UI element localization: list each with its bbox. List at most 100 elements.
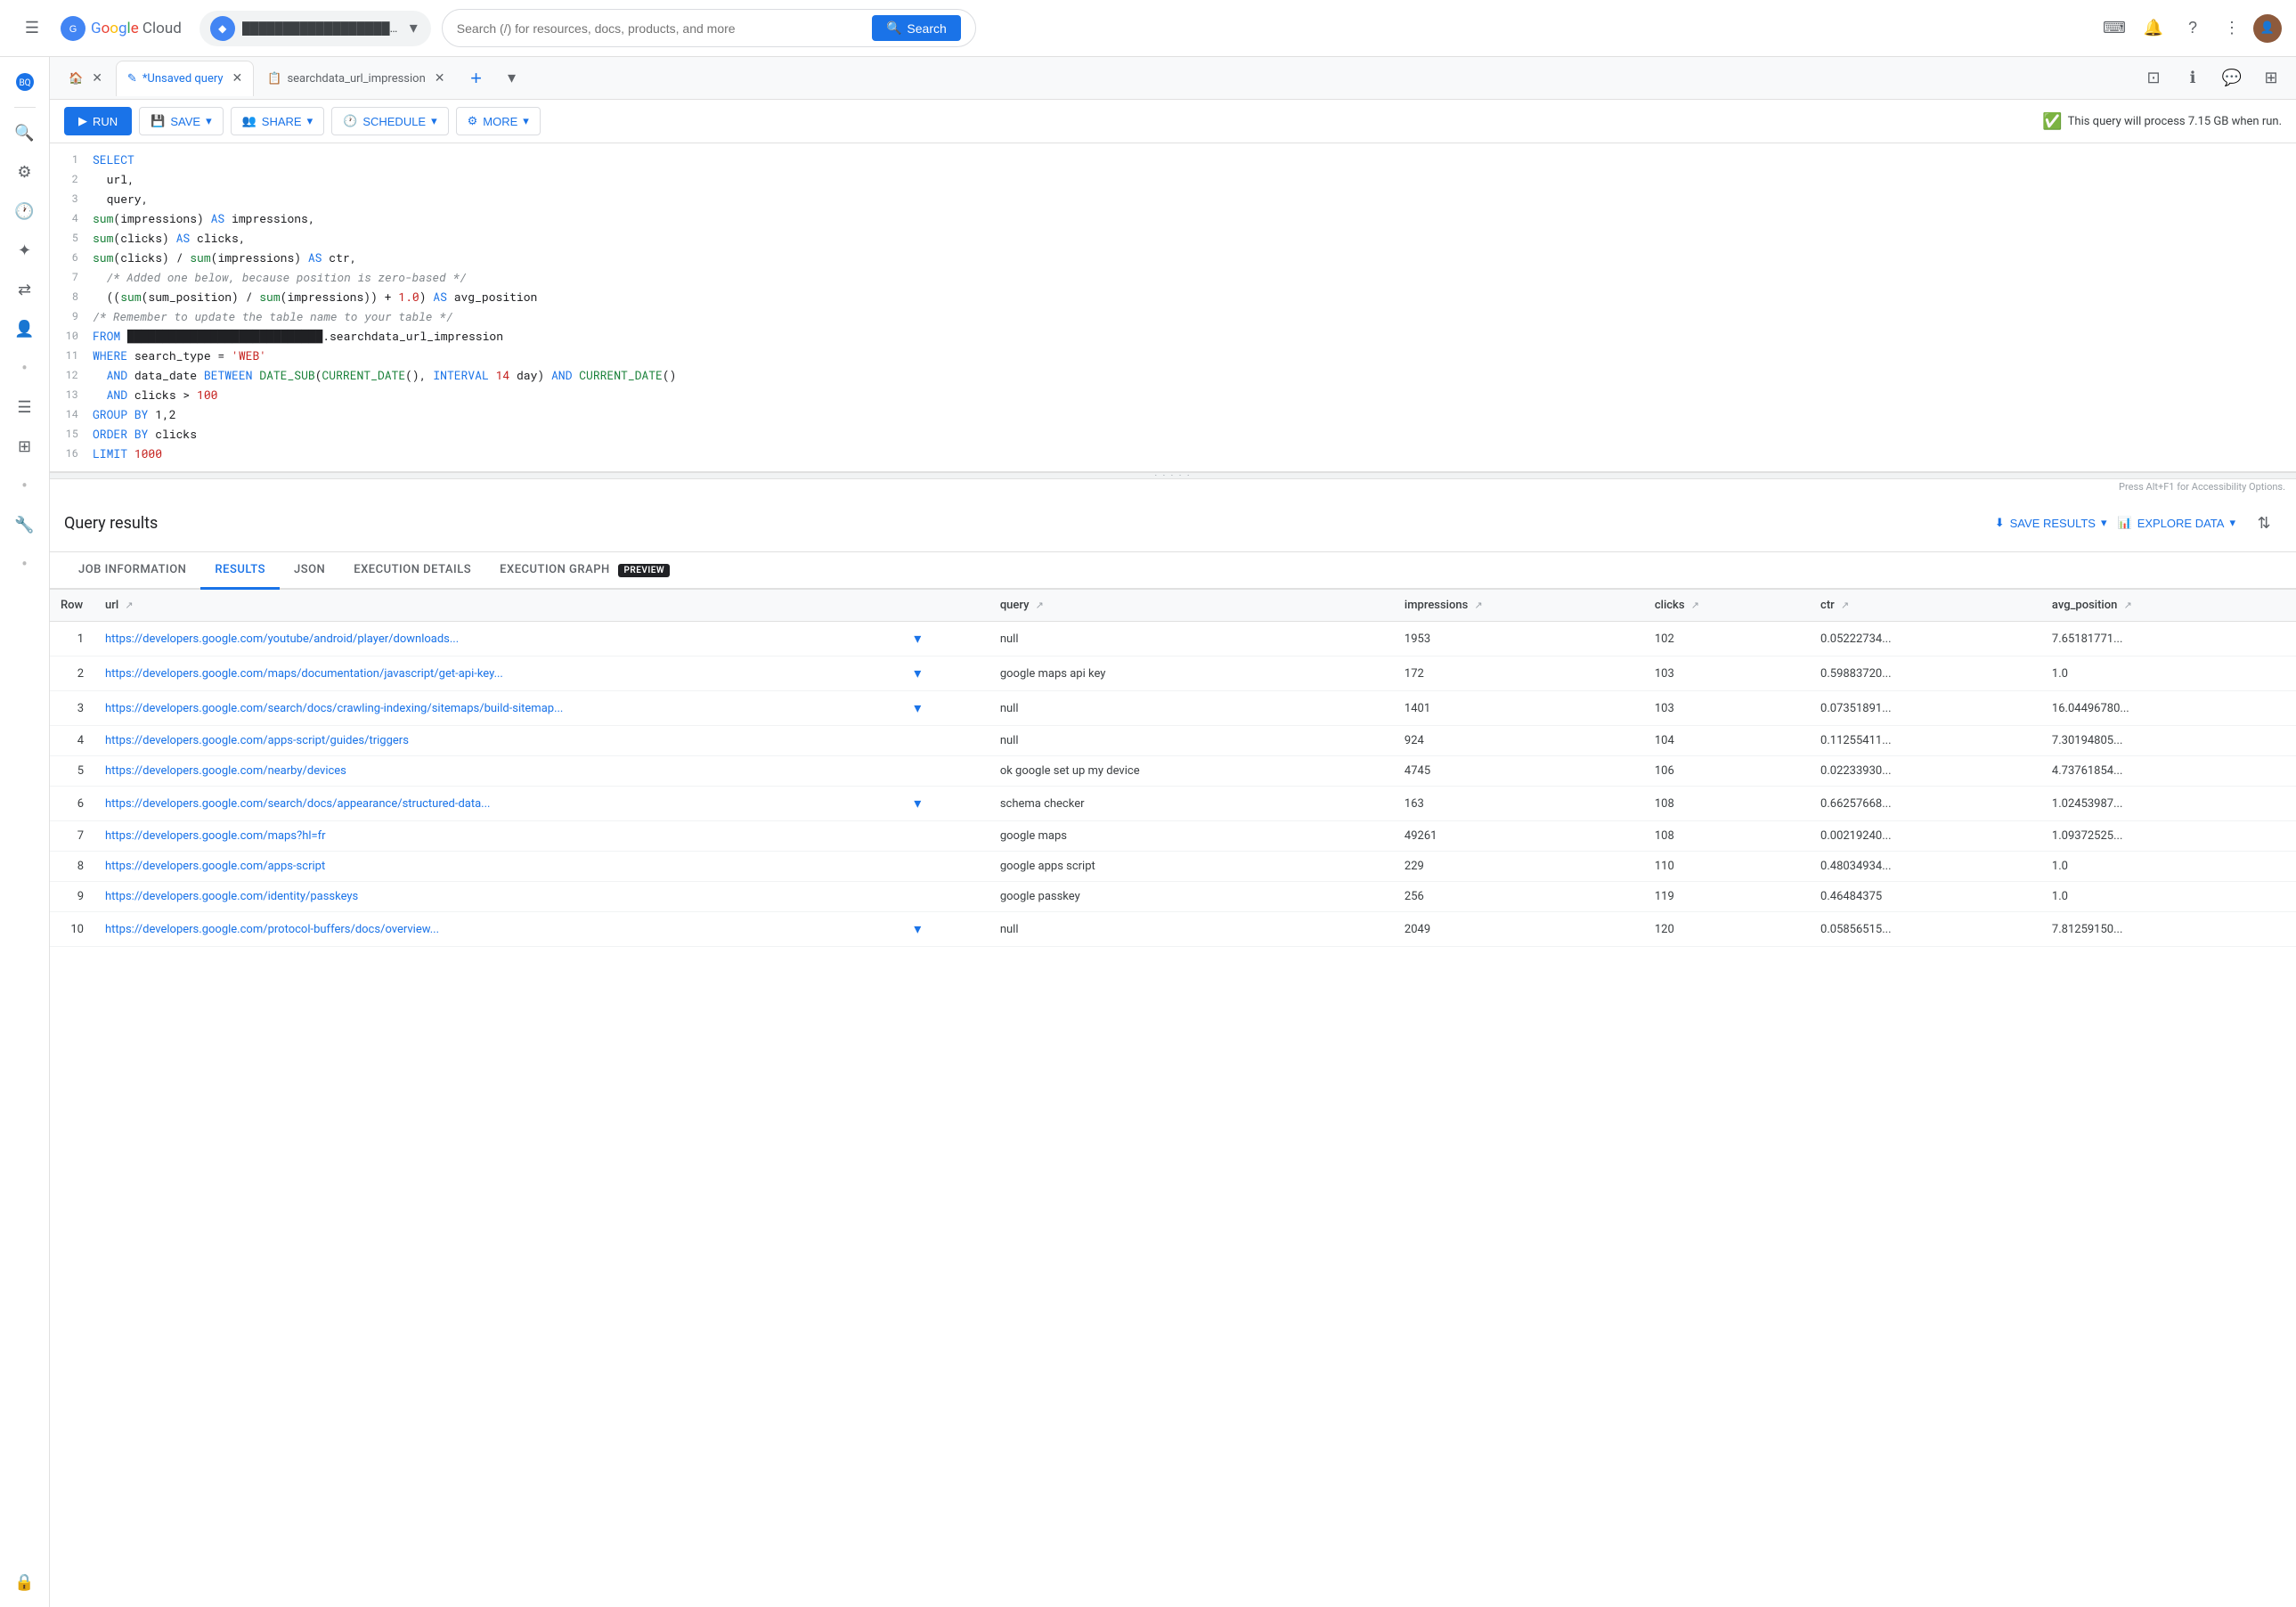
line-number-2: 2 [50, 171, 93, 186]
cell-expand[interactable]: ▾ [900, 691, 989, 726]
line-code-4: sum(impressions) AS impressions, [93, 210, 2296, 226]
project-selector[interactable]: ◆ ██████████████████████ ▾ [199, 11, 431, 46]
open-new-tab-button[interactable]: ⊡ [2136, 61, 2171, 96]
save-icon: 💾 [151, 114, 165, 128]
tab-menu-button[interactable]: ▾ [494, 61, 530, 96]
sidebar-item-filter[interactable]: ⚙ [7, 154, 43, 190]
cell-expand[interactable]: ▾ [900, 787, 989, 821]
cell-expand[interactable]: ▾ [900, 657, 989, 691]
tab-close-unsaved[interactable]: ✕ [232, 71, 243, 86]
search-icon: 🔍 [886, 20, 901, 36]
sidebar-item-wrench[interactable]: 🔧 [7, 507, 43, 542]
add-tab-button[interactable]: + [462, 64, 491, 93]
expand-button[interactable]: ▾ [910, 699, 924, 717]
search-button[interactable]: 🔍 Search [872, 15, 961, 41]
run-label: RUN [93, 115, 118, 128]
query-notice: ✅ This query will process 7.15 GB when r… [2042, 112, 2282, 131]
tab-job-information[interactable]: JOB INFORMATION [64, 552, 200, 590]
code-line-2[interactable]: 2 url, [50, 170, 2296, 190]
results-actions: ⬇ SAVE RESULTS ▾ 📊 EXPLORE DATA ▾ ⇅ [1995, 505, 2282, 541]
resize-handle[interactable]: · · · · · [50, 472, 2296, 479]
results-expand-button[interactable]: ⇅ [2246, 505, 2282, 541]
share-button[interactable]: 👥 SHARE ▾ [231, 107, 325, 135]
results-title: Query results [64, 514, 158, 533]
chat-tab-button[interactable]: 💬 [2214, 61, 2250, 96]
terminal-icon-button[interactable]: ⌨ [2097, 11, 2132, 46]
save-button[interactable]: 💾 SAVE ▾ [139, 107, 223, 135]
cell-expand[interactable] [900, 726, 989, 756]
info-tab-button[interactable]: ℹ [2175, 61, 2211, 96]
cell-expand[interactable] [900, 756, 989, 787]
more-button[interactable]: ⚙ MORE ▾ [456, 107, 541, 135]
notifications-button[interactable]: 🔔 [2136, 11, 2171, 46]
col-clicks: clicks ↗ [1644, 590, 1810, 622]
line-number-13: 13 [50, 387, 93, 402]
more-options-button[interactable]: ⋮ [2214, 11, 2250, 46]
tab-results[interactable]: RESULTS [200, 552, 280, 590]
cell-expand[interactable] [900, 882, 989, 912]
code-line-16[interactable]: 16LIMIT 1000 [50, 445, 2296, 464]
sidebar-item-search[interactable]: 🔍 [7, 115, 43, 151]
schedule-button[interactable]: 🕐 SCHEDULE ▾ [331, 107, 449, 135]
cell-impressions: 1401 [1394, 691, 1644, 726]
help-button[interactable]: ? [2175, 11, 2211, 46]
sidebar-item-people[interactable]: 👤 [7, 311, 43, 347]
code-line-1[interactable]: 1SELECT [50, 151, 2296, 170]
cell-expand[interactable]: ▾ [900, 622, 989, 657]
code-line-4[interactable]: 4sum(impressions) AS impressions, [50, 209, 2296, 229]
tab-execution-details[interactable]: EXECUTION DETAILS [339, 552, 485, 590]
sidebar-item-dashboard[interactable]: ⊞ [7, 428, 43, 464]
cell-expand[interactable] [900, 852, 989, 882]
code-line-7[interactable]: 7 /* Added one below, because position i… [50, 268, 2296, 288]
code-line-10[interactable]: 10FROM ████████████████████████████.sear… [50, 327, 2296, 347]
cell-impressions: 924 [1394, 726, 1644, 756]
code-line-8[interactable]: 8 ((sum(sum_position) / sum(impressions)… [50, 288, 2296, 307]
tab-execution-graph[interactable]: EXECUTION GRAPH PREVIEW [485, 552, 684, 590]
sidebar-item-lock[interactable]: 🔒 [7, 1564, 43, 1600]
expand-button[interactable]: ▾ [910, 630, 924, 648]
search-bar: 🔍 Search [442, 9, 976, 47]
code-line-11[interactable]: 11WHERE search_type = 'WEB' [50, 347, 2296, 366]
run-button[interactable]: ▶ RUN [64, 107, 132, 135]
tab-unsaved-query[interactable]: ✎ *Unsaved query ✕ [116, 61, 254, 96]
google-cloud-logo[interactable]: G Google Cloud [61, 16, 182, 41]
toolbar: ▶ RUN 💾 SAVE ▾ 👥 SHARE ▾ 🕐 SCHEDULE ▾ ⚙ … [50, 100, 2296, 143]
explore-data-button[interactable]: 📊 EXPLORE DATA ▾ [2118, 516, 2236, 530]
sidebar-item-bq[interactable]: BQ [7, 64, 43, 100]
sidebar-item-list[interactable]: ☰ [7, 389, 43, 425]
user-avatar[interactable]: 👤 [2253, 14, 2282, 43]
expand-button[interactable]: ▾ [910, 920, 924, 938]
expand-button[interactable]: ▾ [910, 665, 924, 682]
sidebar-item-starred[interactable]: ✦ [7, 232, 43, 268]
tab-close-home[interactable]: ✕ [92, 71, 102, 86]
code-line-5[interactable]: 5sum(clicks) AS clicks, [50, 229, 2296, 249]
save-results-button[interactable]: ⬇ SAVE RESULTS ▾ [1995, 516, 2107, 530]
expand-button[interactable]: ▾ [910, 795, 924, 812]
cell-url: https://developers.google.com/search/doc… [94, 787, 900, 821]
layout-tab-button[interactable]: ⊞ [2253, 61, 2289, 96]
search-input[interactable] [457, 21, 865, 36]
play-icon: ▶ [78, 114, 87, 128]
data-table-container[interactable]: Row url ↗ query ↗ impressions ↗ clicks ↗… [50, 590, 2296, 1607]
code-editor[interactable]: 1SELECT2 url,3 query,4sum(impressions) A… [50, 143, 2296, 472]
hamburger-menu-button[interactable]: ☰ [14, 11, 50, 46]
tab-close-searchdata[interactable]: ✕ [435, 71, 445, 86]
code-line-13[interactable]: 13 AND clicks > 100 [50, 386, 2296, 405]
code-line-14[interactable]: 14GROUP BY 1,2 [50, 405, 2296, 425]
table-row: 3 https://developers.google.com/search/d… [50, 691, 2296, 726]
code-line-12[interactable]: 12 AND data_date BETWEEN DATE_SUB(CURREN… [50, 366, 2296, 386]
settings-icon: ⚙ [468, 114, 478, 128]
tab-searchdata[interactable]: 📋 searchdata_url_impression ✕ [256, 61, 456, 96]
cell-expand[interactable] [900, 821, 989, 852]
cell-expand[interactable]: ▾ [900, 912, 989, 947]
code-line-6[interactable]: 6sum(clicks) / sum(impressions) AS ctr, [50, 249, 2296, 268]
tab-searchdata-label: searchdata_url_impression [287, 72, 425, 86]
code-line-15[interactable]: 15ORDER BY clicks [50, 425, 2296, 445]
sidebar-item-transfers[interactable]: ⇄ [7, 272, 43, 307]
code-line-9[interactable]: 9/* Remember to update the table name to… [50, 307, 2296, 327]
code-line-3[interactable]: 3 query, [50, 190, 2296, 209]
tab-home[interactable]: 🏠 ✕ [57, 61, 114, 96]
tab-json[interactable]: JSON [280, 552, 339, 590]
sidebar-item-history[interactable]: 🕐 [7, 193, 43, 229]
cell-row-num: 9 [50, 882, 94, 912]
